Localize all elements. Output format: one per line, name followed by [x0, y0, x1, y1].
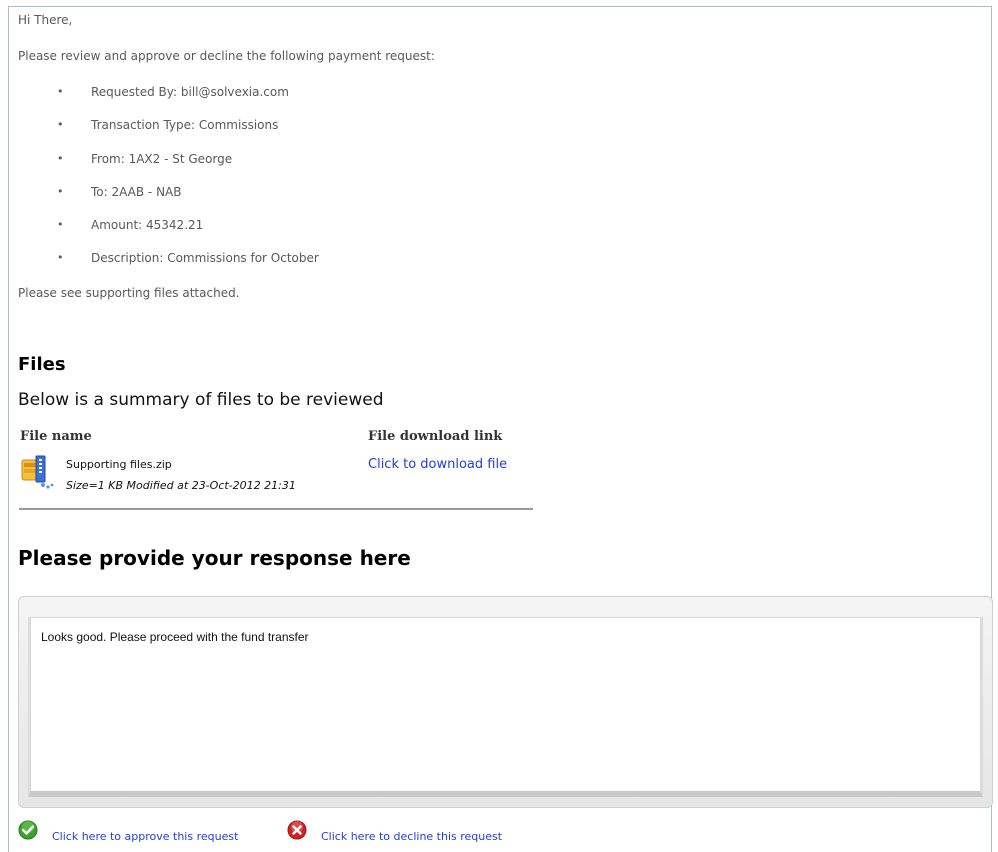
- detail-text: From: 1AX2 - St George: [91, 152, 233, 166]
- approve-label: Click here to approve this request: [52, 830, 239, 843]
- bullet: •: [57, 218, 64, 231]
- detail-text: Amount: 45342.21: [91, 218, 204, 232]
- response-heading: Please provide your response here: [18, 546, 411, 570]
- bullet: •: [57, 251, 64, 264]
- bullet: •: [57, 185, 64, 198]
- decline-request-link[interactable]: Click here to decline this request: [287, 820, 537, 844]
- detail-text: To: 2AAB - NAB: [91, 185, 182, 199]
- intro-text: Please review and approve or decline the…: [18, 49, 435, 63]
- decline-label: Click here to decline this request: [321, 830, 503, 843]
- approve-request-link[interactable]: Click here to approve this request: [18, 820, 274, 844]
- bullet: •: [57, 85, 64, 98]
- files-divider: [19, 508, 533, 510]
- files-subtitle: Below is a summary of files to be review…: [18, 390, 384, 410]
- detail-text: Transaction Type: Commissions: [91, 118, 279, 132]
- file-meta: Size=1 KB Modified at 23-Oct-2012 21:31: [66, 479, 296, 492]
- file-link-column-header: File download link: [368, 429, 503, 444]
- files-heading: Files: [18, 354, 66, 375]
- green-checkmark-icon: [18, 820, 38, 840]
- file-name: Supporting files.zip: [66, 458, 172, 471]
- response-panel: Looks good. Please proceed with the fund…: [18, 596, 993, 808]
- zip-file-icon: [21, 454, 55, 490]
- greeting: Hi There,: [18, 13, 73, 27]
- response-text: Looks good. Please proceed with the fund…: [41, 630, 309, 644]
- bullet: •: [57, 118, 64, 131]
- detail-text: Requested By: bill@solvexia.com: [91, 85, 289, 99]
- red-x-icon: [287, 820, 307, 840]
- file-name-column-header: File name: [20, 429, 92, 444]
- bullet: •: [57, 152, 64, 165]
- supporting-files-note: Please see supporting files attached.: [18, 286, 240, 300]
- detail-text: Description: Commissions for October: [91, 251, 319, 265]
- download-file-link[interactable]: Click to download file: [368, 457, 507, 472]
- response-textarea[interactable]: Looks good. Please proceed with the fund…: [28, 617, 983, 797]
